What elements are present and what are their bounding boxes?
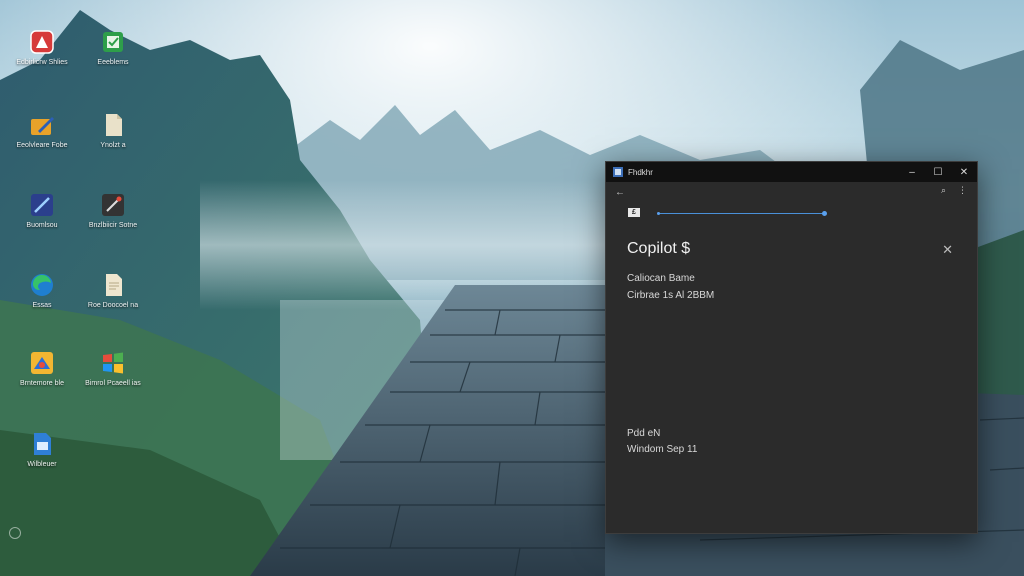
window-titlebar[interactable]: Fhdkhr – ☐ ✕ xyxy=(606,162,977,182)
app-icon xyxy=(613,167,623,177)
back-arrow-icon[interactable]: ← xyxy=(615,187,625,198)
search-icon[interactable]: ⌕ xyxy=(941,185,946,196)
progress-track[interactable] xyxy=(657,211,827,216)
dark-tool-icon xyxy=(99,191,127,219)
minimize-icon: – xyxy=(909,166,915,178)
close-button[interactable]: ✕ xyxy=(951,162,977,182)
desktop-shortcut-9[interactable]: Brntemore ble xyxy=(10,349,74,388)
desktop-shortcut-3[interactable]: Eeolvleare Fobe xyxy=(10,111,74,150)
window-title: Fhdkhr xyxy=(628,167,653,177)
minimize-button[interactable]: – xyxy=(899,162,925,182)
desktop-icon-label: Buomlsou xyxy=(26,222,58,229)
window-toolbar: ← ⌕ ⋮ xyxy=(606,182,977,202)
desktop-icon-label: Wilbleuer xyxy=(27,461,57,468)
desktop-shortcut-4[interactable]: Ynolzt a xyxy=(81,111,145,150)
maximize-icon: ☐ xyxy=(933,166,943,178)
close-icon: ✕ xyxy=(959,166,969,178)
desktop-icon-label: Eeeblems xyxy=(97,59,129,66)
desktop-shortcut-2[interactable]: Eeeblems xyxy=(81,28,145,67)
info-line-2: Cirbrae 1s Al 2BBM xyxy=(627,290,715,301)
desktop-shortcut-6[interactable]: Bnzlbiicir Sotne xyxy=(81,191,145,230)
colorful-app-icon xyxy=(28,349,56,377)
footer-line-1: Pdd eN xyxy=(627,428,661,439)
desktop-shortcut-7[interactable]: Essas xyxy=(10,271,74,310)
progress-handle[interactable] xyxy=(822,211,827,216)
desktop-icon-label: Roe Doocoel na xyxy=(87,302,139,309)
desktop-icon-label: Essas xyxy=(32,302,52,309)
progress-start-handle xyxy=(657,212,660,215)
info-line-1: Caliocan Bame xyxy=(627,273,695,284)
desktop-icon-label: Ynolzt a xyxy=(100,142,126,149)
document-icon xyxy=(99,111,127,139)
blue-document-icon xyxy=(28,430,56,458)
folder-pen-icon xyxy=(28,111,56,139)
red-app-icon xyxy=(28,28,56,56)
text-document-icon xyxy=(99,271,127,299)
sword-app-icon xyxy=(28,191,56,219)
desktop-icon-label: Bimrol Pcaeell ias xyxy=(85,380,141,387)
tag-badge: £ xyxy=(628,208,640,217)
edge-browser-icon xyxy=(28,271,56,299)
maximize-button[interactable]: ☐ xyxy=(925,162,951,182)
progress-row: £ xyxy=(606,202,977,224)
desktop-icon-label: Bnzlbiicir Sotne xyxy=(88,222,138,229)
green-app-icon xyxy=(99,28,127,56)
desktop-icon-label: Edbirlicrw Shlies xyxy=(16,59,68,66)
desktop-icon-label: Eeolvleare Fobe xyxy=(16,142,68,149)
progress-fill xyxy=(658,213,825,214)
desktop-shortcut-1[interactable]: Edbirlicrw Shlies xyxy=(10,28,74,67)
desktop-icon-label: Brntemore ble xyxy=(20,380,64,387)
copilot-window: Fhdkhr – ☐ ✕ ← ⌕ ⋮ £ Copilot $ ✕ Calioca… xyxy=(605,161,978,534)
panel-title: Copilot $ xyxy=(627,240,691,257)
windows-logo-icon xyxy=(99,349,127,377)
more-options-icon[interactable]: ⋮ xyxy=(958,185,967,196)
desktop-shortcut-5[interactable]: Buomlsou xyxy=(10,191,74,230)
desktop-shortcut-8[interactable]: Roe Doocoel na xyxy=(81,271,145,310)
panel-close-icon[interactable]: ✕ xyxy=(942,242,953,258)
desktop-shortcut-10[interactable]: Bimrol Pcaeell ias xyxy=(81,349,145,388)
system-tray-icon[interactable] xyxy=(9,527,21,539)
desktop-shortcut-11[interactable]: Wilbleuer xyxy=(10,430,74,469)
footer-line-2: Windom Sep 11 xyxy=(627,444,698,455)
